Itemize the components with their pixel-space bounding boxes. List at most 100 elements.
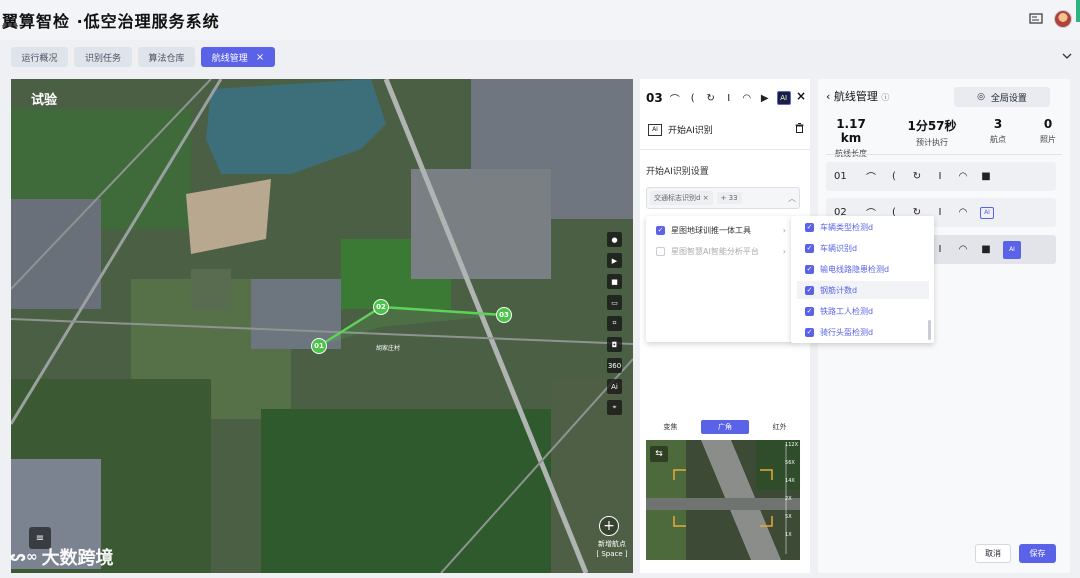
waypoint-label: 03 — [499, 311, 509, 319]
route-panel-title: ‹ 航线管理 ⓘ — [826, 88, 889, 104]
back-icon[interactable]: ‹ — [826, 90, 830, 103]
add-waypoint-label: 新增航点 [ Space ] — [591, 539, 633, 559]
video-icon[interactable]: ■ — [980, 171, 992, 182]
refresh-icon[interactable]: ↻ — [705, 92, 717, 104]
camera-tabs: 变焦 广角 红外 — [646, 420, 804, 434]
add-waypoint-button[interactable]: + — [599, 516, 619, 536]
record-icon[interactable]: ■ — [607, 274, 622, 289]
rotate-icon[interactable]: ( — [888, 171, 900, 182]
checkbox-checked[interactable]: ✓ — [656, 225, 665, 235]
camera-tab-zoom[interactable]: 变焦 — [646, 420, 695, 434]
watermark: ᔕ∞ 大数跨境 — [10, 544, 114, 570]
cancel-button[interactable]: 取消 — [975, 544, 1011, 563]
dropdown-item[interactable]: ✓ 星图地球训推一体工具 › — [656, 222, 786, 238]
chip-close-icon[interactable]: × — [703, 194, 709, 202]
model-option[interactable]: ✓ 铁路工人检测d — [805, 302, 929, 320]
stat-value: 0 — [1043, 117, 1053, 131]
watermark-logo-icon: ᔕ∞ — [10, 549, 38, 565]
model-option[interactable]: ✓ 骑行头盔检测d — [805, 323, 929, 341]
tab-label: 算法仓库 — [148, 53, 185, 64]
satellite-map[interactable]: 试验 01 02 03 胡家庄村 ● ▶ ■ ▭ ⌗ ◘ 360 Ai ⌖ + … — [11, 79, 633, 573]
dropdown-item[interactable]: 星图智慧AI智能分析平台 › — [656, 243, 786, 259]
frame-icon[interactable]: ⌗ — [607, 316, 622, 331]
checkbox-checked[interactable]: ✓ — [805, 222, 814, 232]
zoom-level: 112X — [785, 442, 798, 448]
avatar[interactable] — [1054, 10, 1072, 28]
checkbox-checked[interactable]: ✓ — [805, 327, 814, 337]
video-icon[interactable]: ■ — [980, 244, 992, 255]
camera-tab-wide[interactable]: 广角 — [700, 420, 750, 434]
stat-value: 3 — [993, 117, 1003, 131]
waypoint-row[interactable]: 01 ⌒ ( ↻ I ◠ ■ — [826, 162, 1056, 191]
tab-route-management[interactable]: 航线管理 × — [201, 47, 275, 67]
ai-icon[interactable]: Ai — [607, 379, 622, 394]
close-icon[interactable]: × — [796, 89, 806, 103]
watermark-text: 大数跨境 — [41, 548, 114, 569]
gimbal-icon[interactable]: ◠ — [957, 244, 969, 255]
platform-dropdown: ✓ 星图地球训推一体工具 › 星图智慧AI智能分析平台 › — [646, 216, 793, 342]
video-icon[interactable]: ▶ — [607, 253, 622, 268]
waypoint-marker[interactable]: 01 — [311, 338, 327, 354]
accent-bar — [1076, 0, 1080, 22]
chevron-down-icon[interactable] — [1062, 51, 1072, 62]
model-option[interactable]: ✓ 车辆识别d — [805, 239, 929, 257]
model-option-label: 输电线路隐患检测d — [820, 264, 890, 274]
save-button[interactable]: 保存 — [1019, 544, 1056, 563]
checkbox-unchecked[interactable] — [656, 246, 665, 256]
close-icon[interactable]: × — [256, 52, 264, 63]
more-chip: + 33 — [716, 192, 742, 204]
selected-chip: 交通标志识别d × — [650, 191, 713, 205]
turn-icon[interactable]: ⌒ — [865, 169, 877, 184]
scrollbar[interactable] — [928, 320, 931, 340]
global-settings-button[interactable]: ◎ 全局设置 — [954, 87, 1050, 107]
gimbal-icon[interactable]: ◠ — [741, 92, 753, 104]
checkbox-checked[interactable]: ✓ — [805, 264, 814, 274]
model-option-hover[interactable]: ✓ 钢筋计数d — [797, 281, 929, 299]
dropdown-item-label: 星图智慧AI智能分析平台 — [671, 246, 759, 256]
rotate-icon[interactable]: ( — [687, 92, 699, 104]
ai-icon[interactable]: AI — [980, 206, 994, 219]
model-option[interactable]: ✓ 输电线路隐患检测d — [805, 260, 929, 278]
screen-icon[interactable] — [1028, 11, 1044, 27]
height-icon[interactable]: I — [934, 171, 946, 182]
tab-recognition-tasks[interactable]: 识别任务 — [74, 47, 132, 67]
tab-overview[interactable]: 运行概况 — [11, 47, 68, 67]
height-icon[interactable]: I — [934, 244, 946, 255]
gimbal-icon[interactable]: ◠ — [957, 171, 969, 182]
checkbox-checked[interactable]: ✓ — [805, 243, 814, 253]
360-icon[interactable]: 360 — [607, 358, 622, 373]
gimbal-icon[interactable]: ◠ — [957, 207, 969, 218]
chevron-up-icon[interactable]: ︿ — [788, 193, 796, 204]
camera-tab-infrared[interactable]: 红外 — [755, 420, 804, 434]
ai-action-row[interactable]: AI 开始AI识别 — [648, 123, 804, 136]
action-toolbar: 03 ⌒ ( ↻ I ◠ ▶ AI — [646, 91, 810, 106]
ai-icon[interactable]: AI — [776, 91, 791, 105]
scan-icon[interactable]: ⌖ — [607, 400, 622, 415]
add-waypoint-hint: [ Space ] — [596, 550, 628, 558]
header-icons — [1028, 10, 1072, 28]
turn-icon[interactable]: ⌒ — [669, 92, 681, 106]
tab-algorithm-store[interactable]: 算法仓库 — [138, 47, 195, 67]
trash-icon[interactable] — [795, 123, 804, 136]
camera-icon[interactable]: ● — [607, 232, 622, 247]
ai-icon[interactable]: AI — [1003, 240, 1021, 259]
waypoint-marker[interactable]: 02 — [373, 299, 389, 315]
ai-settings-label: 开始AI识别设置 — [646, 167, 709, 177]
checkbox-checked[interactable]: ✓ — [805, 306, 814, 316]
video-icon[interactable]: ▶ — [759, 92, 771, 104]
panorama-icon[interactable]: ▭ — [607, 295, 622, 310]
height-icon[interactable]: I — [934, 207, 946, 218]
refresh-icon[interactable]: ↻ — [911, 171, 923, 182]
photo-icon[interactable]: ◘ — [607, 337, 622, 352]
height-icon[interactable]: I — [723, 92, 735, 104]
place-label: 胡家庄村 — [376, 345, 401, 352]
swap-icon[interactable]: ⇆ — [650, 446, 668, 462]
checkbox-checked[interactable]: ✓ — [805, 285, 814, 295]
model-select[interactable]: 交通标志识别d × + 33 ︿ — [646, 187, 800, 209]
waypoint-marker[interactable]: 03 — [496, 307, 512, 323]
panel-title: 航线管理 — [833, 90, 878, 103]
model-option[interactable]: ✓ 车辆类型检测d — [805, 218, 929, 236]
stat-photos: 0 照片 — [1036, 117, 1060, 145]
add-waypoint-text: 新增航点 — [598, 540, 626, 548]
info-icon[interactable]: ⓘ — [881, 93, 889, 102]
